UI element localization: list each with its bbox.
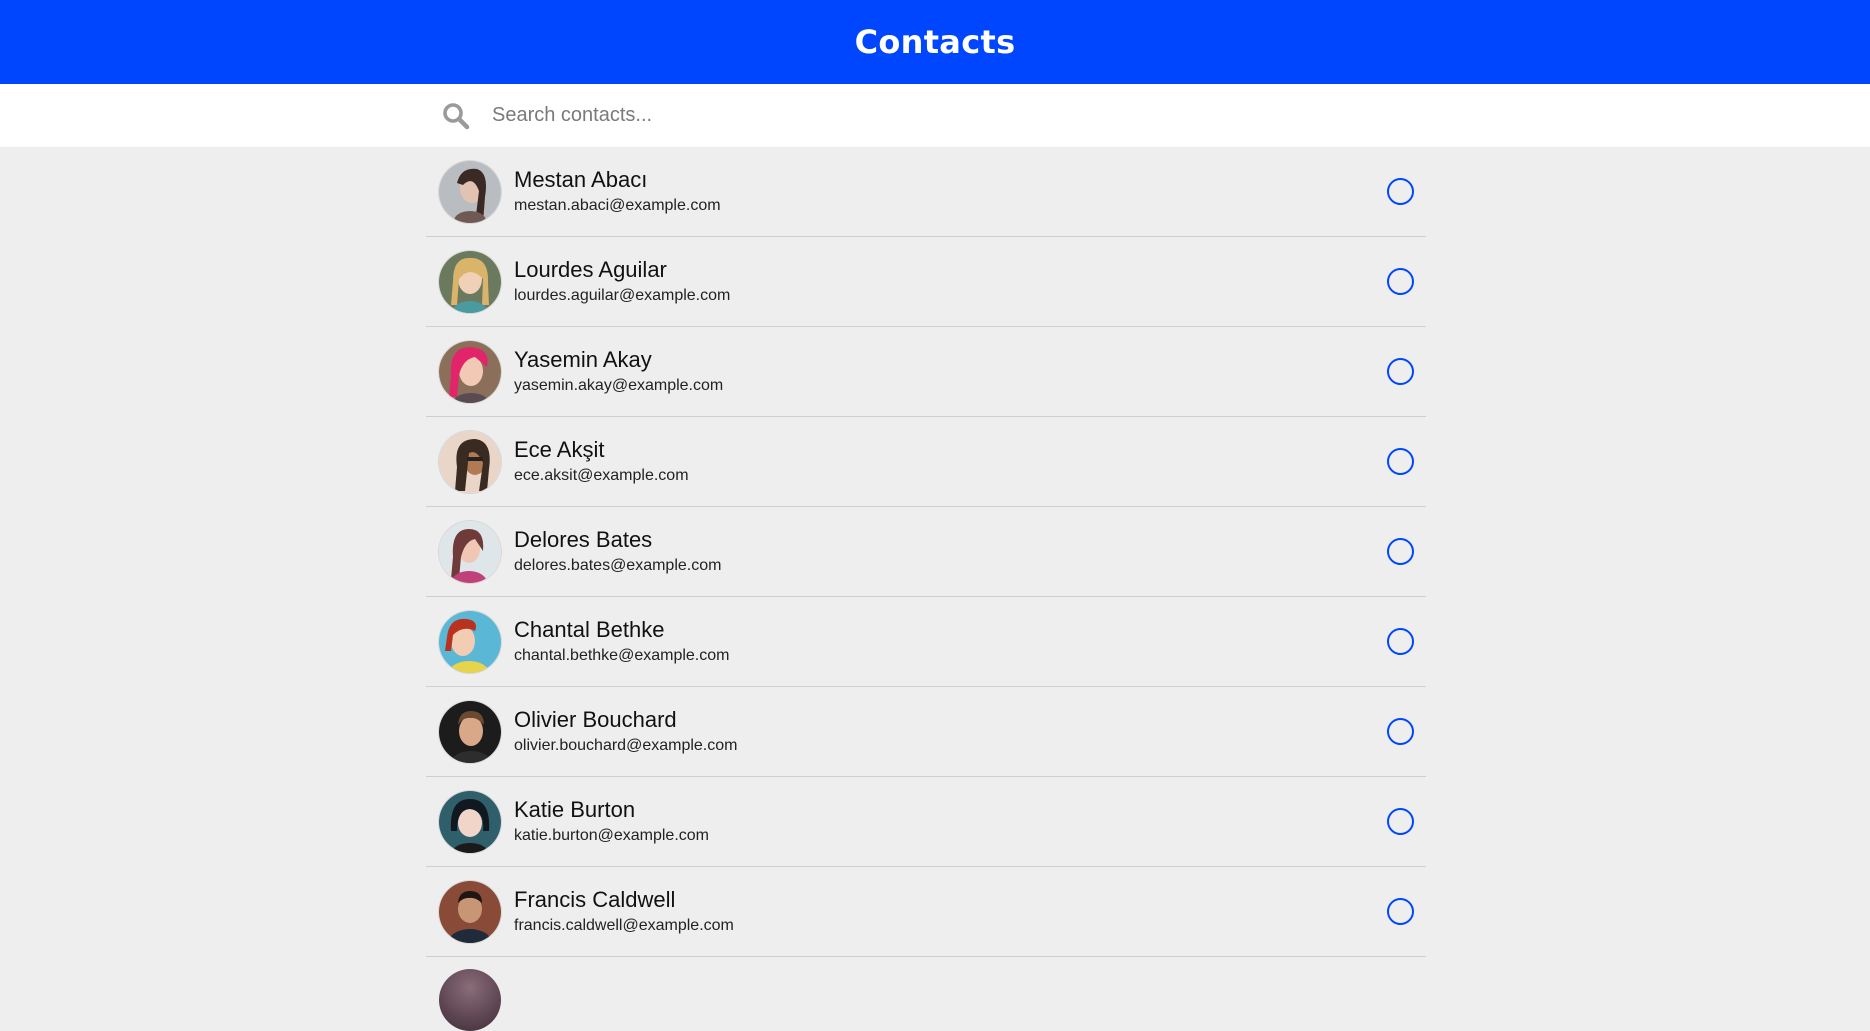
select-circle-toggle[interactable] — [1387, 897, 1414, 925]
contact-name: Lourdes Aguilar — [514, 256, 667, 282]
contact-email: yasemin.akay@example.com — [514, 376, 724, 394]
contact-email: olivier.bouchard@example.com — [514, 736, 738, 754]
select-circle-toggle[interactable] — [1387, 807, 1414, 835]
contact-row[interactable]: Mestan Abacı mestan.abaci@example.com — [426, 147, 1426, 237]
contact-row[interactable]: Yasemin Akay yasemin.akay@example.com — [426, 327, 1426, 417]
contact-row[interactable]: Ece Akşit ece.aksit@example.com — [426, 417, 1426, 507]
contact-info: Mestan Abacı mestan.abaci@example.com — [514, 167, 721, 217]
avatar — [439, 520, 501, 583]
contact-row[interactable]: Olivier Bouchard olivier.bouchard@exampl… — [426, 687, 1426, 777]
contact-list: Mestan Abacı mestan.abaci@example.com Lo… — [426, 147, 1426, 1031]
avatar — [439, 700, 501, 763]
app-header: Contacts — [0, 0, 1870, 84]
avatar — [439, 340, 501, 403]
contact-name: Ece Akşit — [514, 436, 605, 462]
contact-info: Lourdes Aguilar lourdes.aguilar@example.… — [514, 257, 730, 307]
search-input[interactable] — [490, 94, 1394, 137]
contact-info: Olivier Bouchard olivier.bouchard@exampl… — [514, 707, 737, 757]
avatar — [439, 790, 501, 853]
contact-email: mestan.abaci@example.com — [514, 196, 721, 214]
search-icon — [436, 96, 476, 136]
select-circle-toggle[interactable] — [1387, 627, 1414, 655]
contact-name: Delores Bates — [514, 526, 653, 552]
contact-name: Yasemin Akay — [514, 346, 652, 372]
contact-row-partial[interactable] — [426, 957, 1426, 1031]
contact-email: lourdes.aguilar@example.com — [514, 286, 731, 304]
search-bar — [0, 84, 1870, 147]
contact-name: Katie Burton — [514, 796, 636, 822]
contact-email: ece.aksit@example.com — [514, 466, 689, 484]
contact-email: francis.caldwell@example.com — [514, 916, 734, 934]
contact-info: Yasemin Akay yasemin.akay@example.com — [514, 347, 723, 397]
contact-row[interactable]: Delores Bates delores.bates@example.com — [426, 507, 1426, 597]
search-container — [426, 84, 1426, 147]
contact-name: Francis Caldwell — [514, 886, 676, 912]
select-circle-toggle[interactable] — [1387, 267, 1414, 295]
contact-row[interactable]: Katie Burton katie.burton@example.com — [426, 777, 1426, 867]
contact-info: Katie Burton katie.burton@example.com — [514, 797, 709, 847]
select-circle-toggle[interactable] — [1387, 717, 1414, 745]
contact-row[interactable]: Lourdes Aguilar lourdes.aguilar@example.… — [426, 237, 1426, 327]
contact-row[interactable]: Francis Caldwell francis.caldwell@exampl… — [426, 867, 1426, 957]
avatar — [439, 430, 501, 493]
select-circle-toggle[interactable] — [1387, 447, 1414, 475]
select-circle-toggle[interactable] — [1387, 177, 1414, 205]
contact-info: Ece Akşit ece.aksit@example.com — [514, 437, 689, 487]
contact-name: Olivier Bouchard — [514, 706, 677, 732]
contact-row[interactable]: Chantal Bethke chantal.bethke@example.co… — [426, 597, 1426, 687]
avatar — [439, 969, 501, 1031]
contact-email: chantal.bethke@example.com — [514, 646, 730, 664]
contact-info: Francis Caldwell francis.caldwell@exampl… — [514, 887, 734, 937]
avatar — [439, 250, 501, 313]
contact-email: delores.bates@example.com — [514, 556, 722, 574]
select-circle-toggle[interactable] — [1387, 537, 1414, 565]
contact-email: katie.burton@example.com — [514, 826, 709, 844]
avatar — [439, 880, 501, 943]
avatar — [439, 160, 501, 223]
contact-info: Chantal Bethke chantal.bethke@example.co… — [514, 617, 729, 667]
avatar — [439, 610, 501, 673]
page-title: Contacts — [854, 23, 1016, 61]
select-circle-toggle[interactable] — [1387, 357, 1414, 385]
contact-info: Delores Bates delores.bates@example.com — [514, 527, 721, 577]
contact-name: Mestan Abacı — [514, 166, 648, 192]
contact-name: Chantal Bethke — [514, 616, 665, 642]
